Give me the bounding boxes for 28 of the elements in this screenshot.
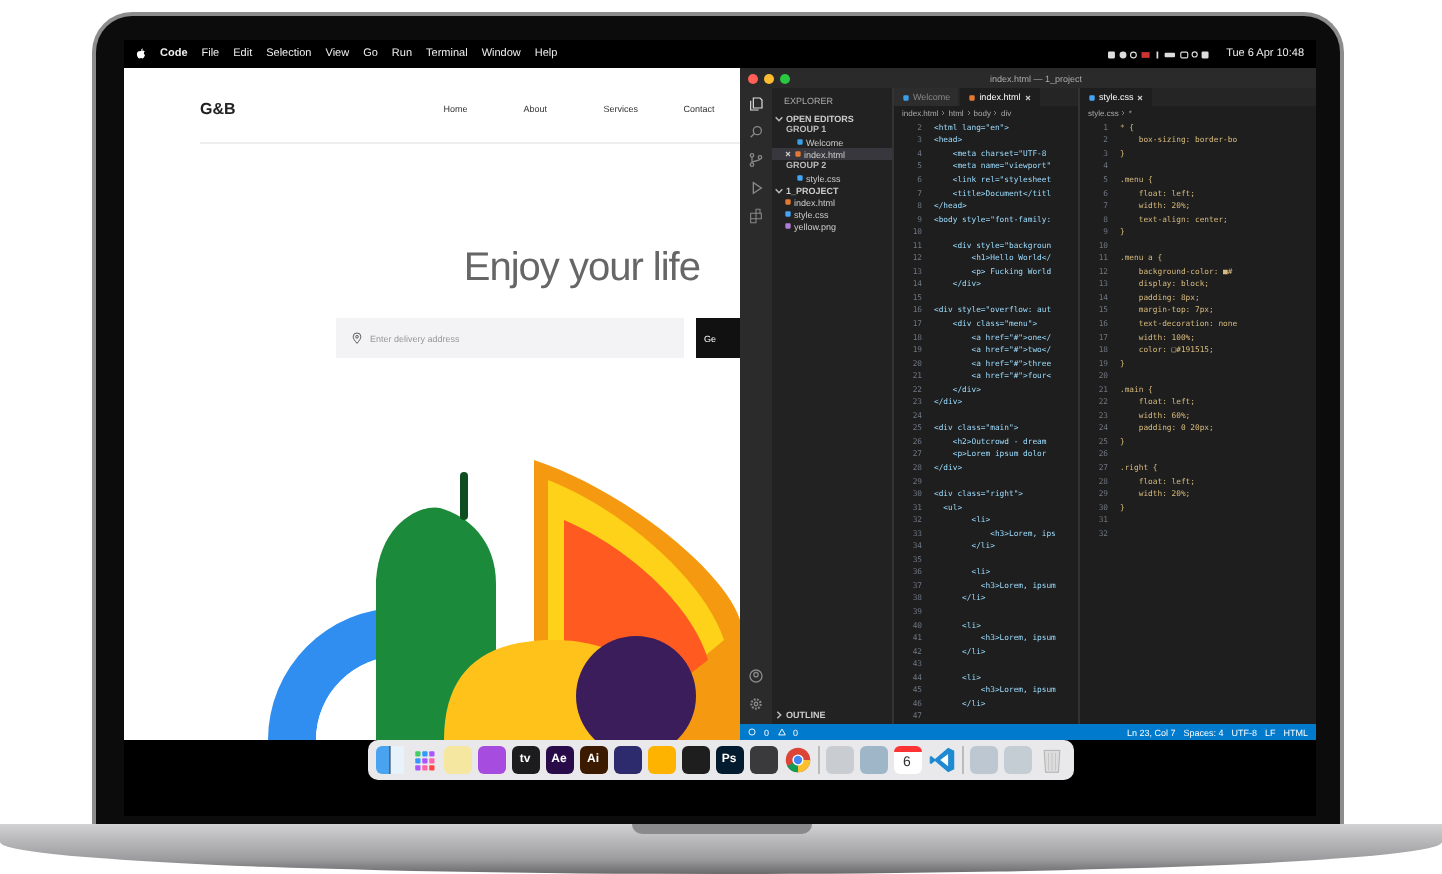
settings-icon[interactable] (748, 696, 764, 712)
zoom-window-button[interactable] (780, 73, 790, 83)
app-icon[interactable] (613, 746, 641, 774)
file-type-icon (1088, 93, 1096, 101)
app-grid-icon[interactable] (409, 746, 437, 774)
app-icon[interactable] (749, 746, 777, 774)
error-icon (748, 728, 756, 736)
minimize-window-button[interactable] (764, 73, 774, 83)
warning-icon (777, 728, 786, 736)
run-icon[interactable] (748, 180, 764, 196)
close-icon[interactable] (784, 150, 792, 158)
code-editor-icon[interactable] (927, 746, 955, 774)
close-window-button[interactable] (748, 73, 758, 83)
site-logo[interactable]: G&B (200, 99, 236, 117)
branch-icon[interactable] (748, 152, 764, 168)
file-type-icon (902, 93, 910, 101)
account-icon[interactable] (748, 668, 764, 684)
hero-headline: Enjoy your life (461, 246, 702, 292)
files-icon[interactable] (748, 96, 764, 112)
file-type-icon (968, 93, 977, 101)
search-icon[interactable] (748, 124, 764, 140)
app-icon[interactable] (681, 746, 709, 774)
browser-icon[interactable] (783, 746, 811, 774)
location-pin-icon (352, 332, 362, 344)
apple-icon (136, 48, 146, 60)
status-icons[interactable] (1108, 49, 1213, 59)
file-type-icon (796, 174, 804, 182)
extensions-icon[interactable] (748, 208, 764, 224)
